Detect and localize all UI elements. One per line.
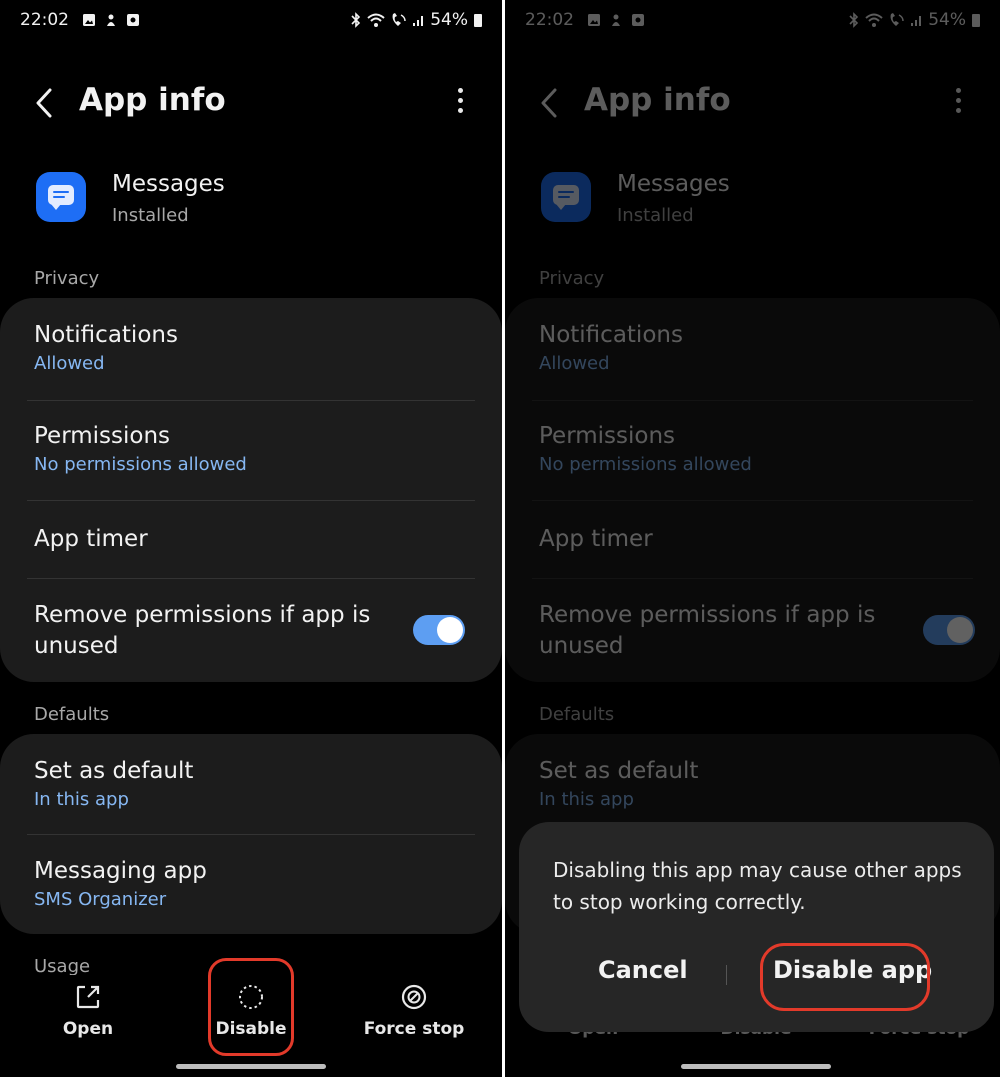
permissions-item[interactable]: Permissions No permissions allowed: [34, 421, 476, 475]
set-as-default-value: In this app: [34, 789, 129, 810]
privacy-card: Notifications Allowed Permissions No per…: [0, 298, 502, 682]
page-title: App info: [79, 82, 226, 118]
notifications-label: Notifications: [34, 322, 178, 348]
set-as-default-item[interactable]: Set as default In this app: [34, 756, 476, 810]
app-install-status: Installed: [112, 205, 189, 226]
messaging-app-item[interactable]: Messaging app SMS Organizer: [34, 856, 476, 910]
bluetooth-icon: [351, 12, 361, 28]
open-external-icon: [76, 985, 100, 1009]
defaults-section-label: Defaults: [34, 704, 110, 725]
battery-icon: [474, 13, 482, 27]
notifications-item[interactable]: Notifications Allowed: [34, 320, 476, 374]
status-bar: 22:02 54%: [20, 10, 482, 32]
remove-permissions-label: Remove permissions if app is unused: [34, 602, 371, 659]
divider: [27, 834, 475, 835]
open-button[interactable]: Open: [18, 975, 158, 1039]
battery-percentage: 54%: [430, 10, 468, 30]
permissions-label: Permissions: [34, 423, 171, 449]
status-time: 22:02: [20, 10, 69, 30]
remove-permissions-toggle[interactable]: [413, 615, 465, 645]
app-timer-label: App timer: [34, 526, 148, 552]
volte-call-icon: [392, 13, 406, 26]
notifications-value: Allowed: [34, 353, 105, 374]
force-stop-button[interactable]: Force stop: [344, 975, 484, 1039]
button-separator: [726, 965, 727, 985]
home-indicator: [176, 1064, 326, 1069]
open-button-label: Open: [62, 1019, 114, 1039]
messaging-app-value: SMS Organizer: [34, 889, 167, 910]
disable-highlight-box: [208, 958, 294, 1056]
permissions-value: No permissions allowed: [34, 454, 247, 475]
screen-notification-icon: [127, 14, 139, 26]
cancel-button[interactable]: Cancel: [598, 956, 688, 984]
wifi-icon: [367, 13, 385, 27]
messaging-app-label: Messaging app: [34, 858, 207, 884]
disable-app-highlight-box: [760, 943, 930, 1011]
app-timer-item[interactable]: App timer: [34, 524, 476, 555]
divider: [27, 500, 475, 501]
messages-app-icon: [36, 172, 86, 222]
right-screen: 22:02 54% App info Messages Installed Pr…: [505, 0, 1000, 1077]
remove-permissions-item[interactable]: Remove permissions if app is unused: [34, 600, 382, 662]
home-indicator: [681, 1064, 831, 1069]
force-stop-icon: [401, 984, 427, 1010]
app-name: Messages: [112, 171, 225, 197]
privacy-section-label: Privacy: [34, 268, 100, 289]
app-notification-icon: [107, 14, 115, 26]
set-as-default-label: Set as default: [34, 758, 194, 784]
divider: [27, 578, 475, 579]
defaults-card: Set as default In this app Messaging app…: [0, 734, 502, 934]
divider: [27, 400, 475, 401]
more-options-icon[interactable]: [456, 88, 464, 118]
force-stop-button-label: Force stop: [363, 1019, 465, 1039]
back-arrow-icon[interactable]: [30, 86, 60, 120]
usage-section-label: Usage: [34, 956, 91, 976]
signal-icon: [413, 16, 424, 26]
gallery-notification-icon: [83, 14, 95, 26]
dialog-message: Disabling this app may cause other apps …: [553, 858, 962, 914]
left-screen: 22:02 54% App info Messages Installed Pr…: [0, 0, 502, 1077]
